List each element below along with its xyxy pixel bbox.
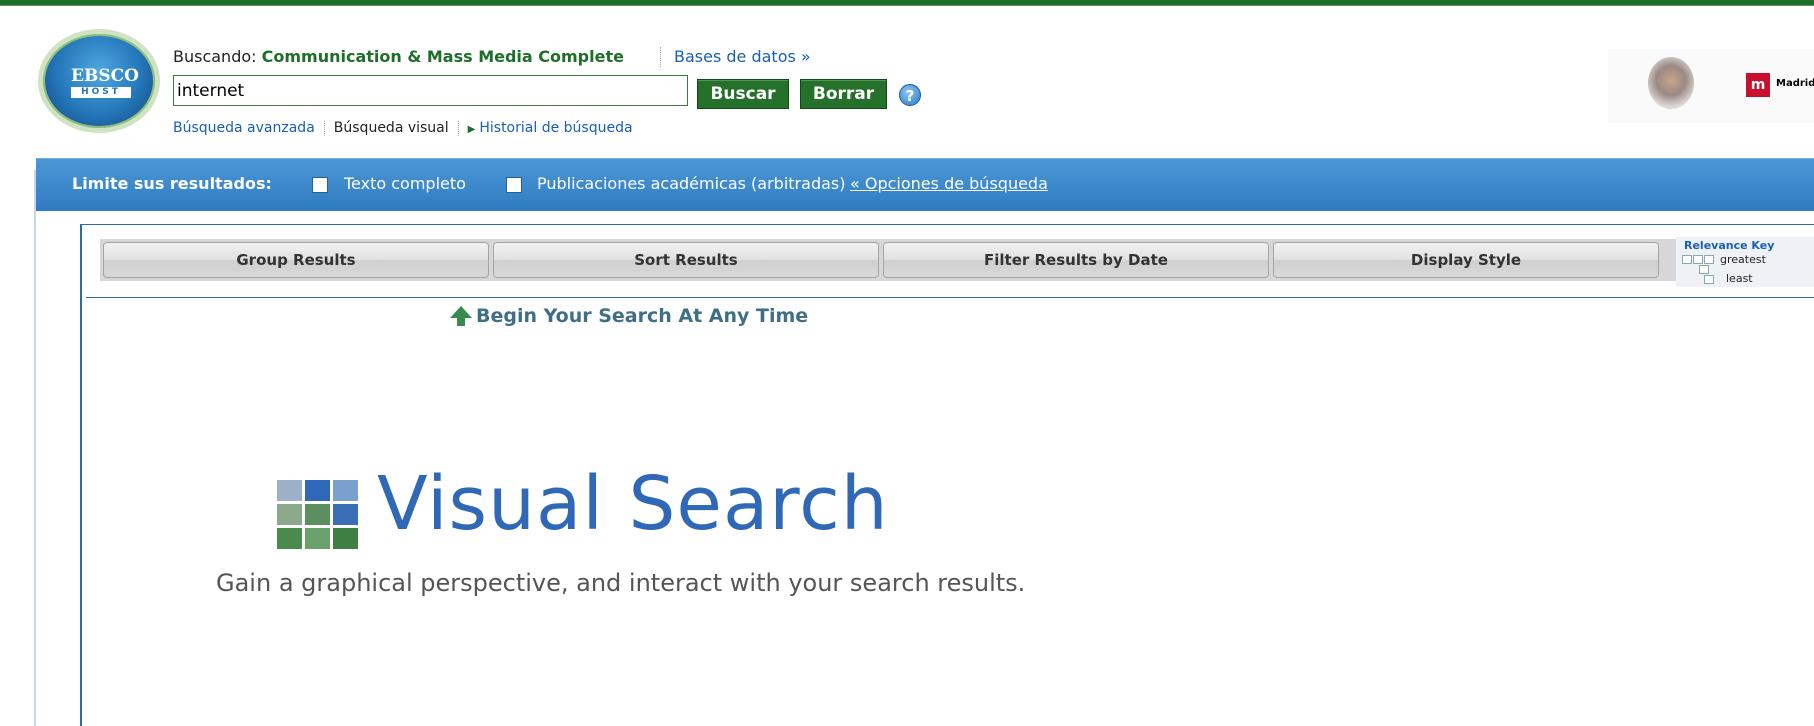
results-toolbar: Group Results Sort Results Filter Result…: [100, 239, 1692, 281]
search-options-link[interactable]: « Opciones de búsqueda: [850, 174, 1048, 193]
ebsco-logo[interactable]: EBSCO HOST: [38, 29, 160, 133]
visual-search-title: Visual Search: [377, 461, 889, 547]
database-name: Communication & Mass Media Complete: [261, 47, 624, 66]
logo-sub: HOST: [71, 87, 131, 98]
header: EBSCO HOST Buscando: Communication & Mas…: [0, 7, 1814, 169]
visual-search-grid-icon: [277, 480, 359, 549]
relevance-key-title: Relevance Key: [1684, 239, 1775, 252]
relevance-greatest-label: greatest: [1720, 253, 1766, 266]
clear-button[interactable]: Borrar: [800, 79, 887, 109]
relevance-square-icon: [1682, 255, 1692, 264]
advanced-search-link[interactable]: Búsqueda avanzada: [173, 120, 315, 136]
group-results-button[interactable]: Group Results: [103, 242, 489, 278]
search-input[interactable]: [173, 75, 688, 106]
limit-label: Limite sus resultados:: [72, 174, 272, 193]
searching-line: Buscando: Communication & Mass Media Com…: [173, 47, 624, 66]
divider: [323, 120, 325, 136]
institution-logos: m Madrid: [1608, 49, 1814, 123]
relevance-square-icon: [1704, 275, 1714, 284]
searching-prefix: Buscando:: [173, 47, 262, 66]
visual-search-panel: Group Results Sort Results Filter Result…: [80, 224, 1814, 726]
fulltext-label[interactable]: Texto completo: [344, 174, 466, 193]
arrow-up-icon: [450, 306, 472, 326]
visual-search-subtitle: Gain a graphical perspective, and intera…: [216, 569, 1026, 597]
sort-results-button[interactable]: Sort Results: [493, 242, 879, 278]
divider: [457, 120, 459, 136]
top-rule: [0, 0, 1814, 6]
relevance-square-icon: [1699, 265, 1709, 274]
madrid-logo-text: Madrid: [1776, 78, 1814, 89]
search-mode-links: Búsqueda avanzada Búsqueda visual ▶ Histori…: [173, 120, 633, 136]
search-history-link[interactable]: Historial de búsqueda: [479, 120, 632, 136]
filter-by-date-button[interactable]: Filter Results by Date: [883, 242, 1269, 278]
visual-search-link[interactable]: Búsqueda visual: [334, 120, 449, 136]
page: EBSCO HOST Buscando: Communication & Mas…: [0, 0, 1814, 726]
begin-search-hint: Begin Your Search At Any Time: [450, 305, 808, 327]
panel-divider: [86, 297, 1814, 298]
madrid-logo-icon: m: [1746, 73, 1770, 97]
university-seal-icon: [1648, 57, 1694, 109]
scholarly-checkbox[interactable]: [506, 177, 522, 193]
left-strip: [0, 170, 36, 726]
fulltext-checkbox[interactable]: [312, 177, 328, 193]
search-button[interactable]: Buscar: [697, 79, 789, 109]
limit-results-bar: Limite sus resultados: Texto completo Pu…: [36, 158, 1814, 211]
triangle-right-icon: ▶: [467, 124, 476, 135]
begin-search-text: Begin Your Search At Any Time: [476, 305, 809, 327]
help-icon[interactable]: ?: [899, 84, 921, 106]
relevance-square-icon: [1704, 255, 1714, 264]
logo-text: EBSCO: [71, 66, 139, 86]
display-style-button[interactable]: Display Style: [1273, 242, 1659, 278]
relevance-least-label: least: [1726, 272, 1753, 285]
databases-link[interactable]: Bases de datos »: [674, 47, 811, 66]
divider: [660, 47, 661, 67]
relevance-key: Relevance Key greatest least: [1676, 237, 1814, 287]
scholarly-label[interactable]: Publicaciones académicas (arbitradas): [537, 174, 845, 193]
relevance-square-icon: [1693, 255, 1703, 264]
